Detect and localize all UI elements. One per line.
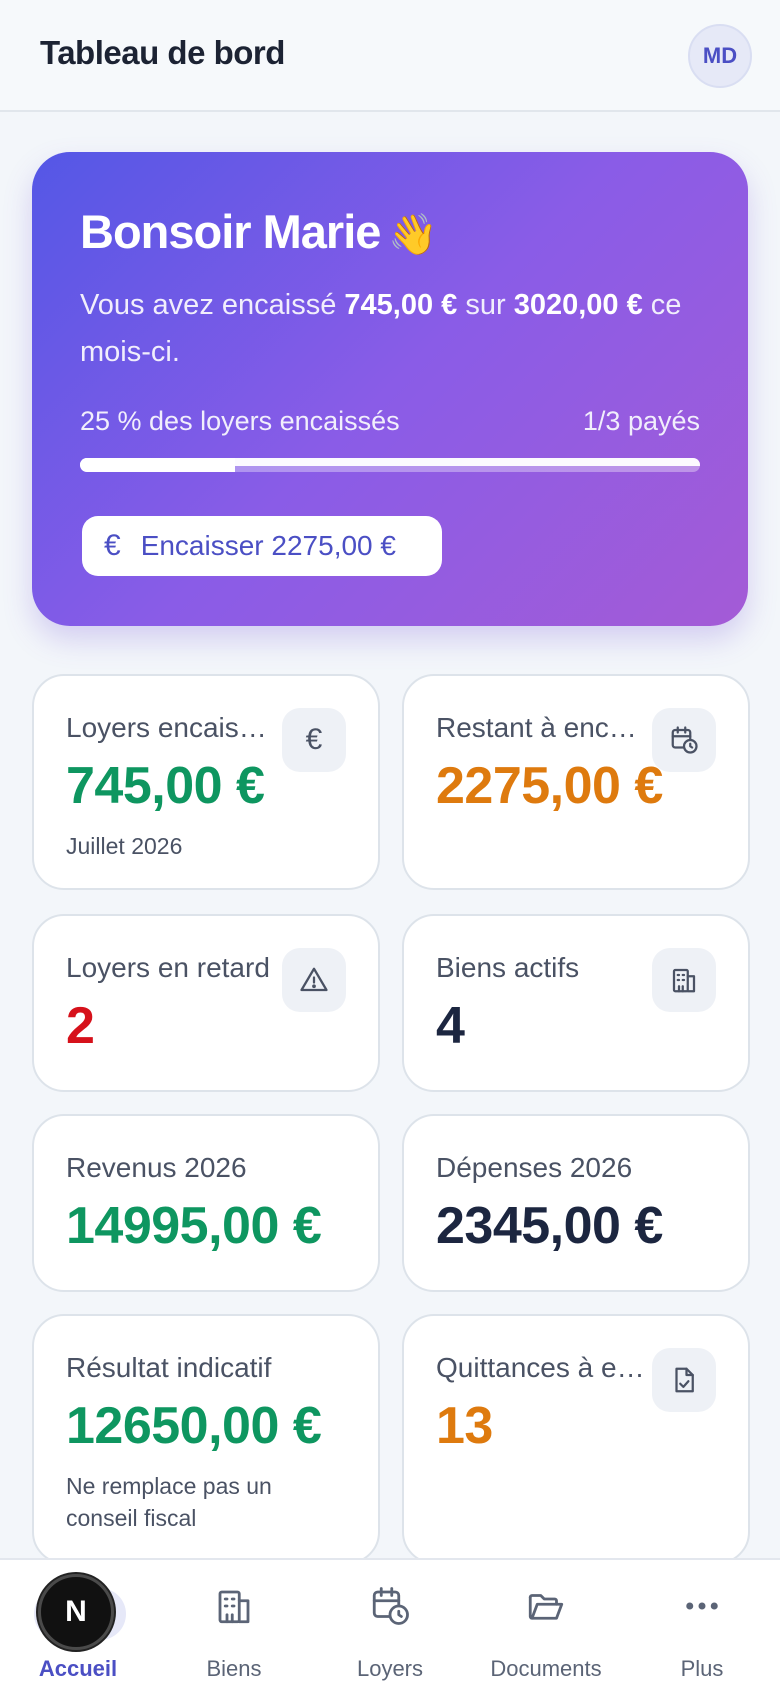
- nav-item-loyers[interactable]: Loyers: [312, 1560, 468, 1688]
- app-header: Tableau de bord MD: [0, 0, 780, 112]
- building-icon: [210, 1582, 258, 1630]
- nav-label: Documents: [490, 1656, 602, 1681]
- avatar[interactable]: MD: [688, 24, 752, 88]
- stat-label: Dépenses 2026: [436, 1152, 633, 1183]
- welcome-card: Bonsoir Marie 👋 Vous avez encaissé 745,00…: [32, 152, 748, 626]
- stat-label: Loyers en retard: [66, 952, 270, 983]
- stat-card-properties[interactable]: Biens actifs 4: [402, 914, 750, 1092]
- stat-label: Biens actifs: [436, 952, 580, 983]
- bottom-nav: Accueil Biens Loyers Documents Plus: [0, 1558, 780, 1688]
- euro-icon: €: [104, 529, 121, 562]
- progress-count: 1/3 payés: [582, 406, 700, 436]
- calendar-clock-icon: [366, 1582, 414, 1630]
- collect-button-label: Encaisser 2275,00 €: [140, 530, 396, 561]
- stat-value: 4: [436, 997, 465, 1055]
- euro-icon: €: [282, 708, 346, 772]
- nav-label: Loyers: [356, 1656, 424, 1681]
- dev-badge[interactable]: N: [38, 1574, 114, 1650]
- monthly-summary: Vous avez encaissé 745,00 € sur 3020,00 …: [80, 282, 710, 376]
- stat-value: 12650,00 €: [66, 1397, 322, 1455]
- page-title: Tableau de bord: [40, 34, 285, 71]
- stat-value: 2275,00 €: [436, 757, 663, 815]
- nav-item-biens[interactable]: Biens: [156, 1560, 312, 1688]
- stat-value: 13: [436, 1397, 493, 1455]
- stat-card-result[interactable]: Résultat indicatif 12650,00 € Ne remplac…: [32, 1314, 380, 1564]
- summary-prefix: Vous avez encaissé: [80, 289, 345, 321]
- progress-bar: [80, 458, 700, 472]
- more-icon: [678, 1582, 726, 1630]
- stat-value: 745,00 €: [66, 757, 265, 815]
- nav-item-documents[interactable]: Documents: [468, 1560, 624, 1688]
- summary-mid: sur: [457, 289, 514, 321]
- folder-icon: [522, 1582, 570, 1630]
- stat-card-collected[interactable]: Loyers encaissés € 745,00 € Juillet 2026: [32, 674, 380, 890]
- total-amount: 3020,00 €: [513, 289, 643, 321]
- nav-label: Accueil: [38, 1656, 118, 1681]
- stat-label: Quittances à envoyer: [436, 1352, 646, 1383]
- stat-card-late[interactable]: Loyers en retard 2: [32, 914, 380, 1092]
- building-icon: [652, 948, 716, 1012]
- nav-label: Biens: [206, 1656, 262, 1681]
- stat-card-expenses[interactable]: Dépenses 2026 2345,00 €: [402, 1114, 750, 1292]
- stat-sub: Juillet 2026: [66, 833, 183, 859]
- progress-fill: [80, 458, 235, 472]
- warning-icon: [282, 948, 346, 1012]
- progress-label: 25 % des loyers encaissés: [80, 406, 400, 436]
- stat-card-remaining[interactable]: Restant à encaisser 2275,00 €: [402, 674, 750, 890]
- greeting: Bonsoir Marie 👋: [80, 204, 438, 259]
- stat-sub: Ne remplace pas un conseil fiscal: [66, 1473, 272, 1531]
- collected-amount: 745,00 €: [344, 289, 458, 321]
- stat-card-receipts[interactable]: Quittances à envoyer 13: [402, 1314, 750, 1564]
- collect-button[interactable]: € Encaisser 2275,00 €: [82, 516, 442, 576]
- stat-label: Restant à encaisser: [436, 712, 646, 743]
- wave-icon: 👋: [388, 213, 438, 257]
- document-check-icon: [652, 1348, 716, 1412]
- stat-label: Loyers encaissés: [66, 712, 276, 743]
- nav-label: Plus: [680, 1656, 724, 1681]
- stat-value: 2345,00 €: [436, 1197, 663, 1255]
- greeting-text: Bonsoir Marie: [80, 205, 381, 258]
- stat-label: Résultat indicatif: [66, 1352, 272, 1383]
- nav-item-plus[interactable]: Plus: [624, 1560, 780, 1688]
- stat-value: 2: [66, 997, 95, 1055]
- stat-card-revenue[interactable]: Revenus 2026 14995,00 €: [32, 1114, 380, 1292]
- stat-value: 14995,00 €: [66, 1197, 322, 1255]
- stat-label: Revenus 2026: [66, 1152, 247, 1183]
